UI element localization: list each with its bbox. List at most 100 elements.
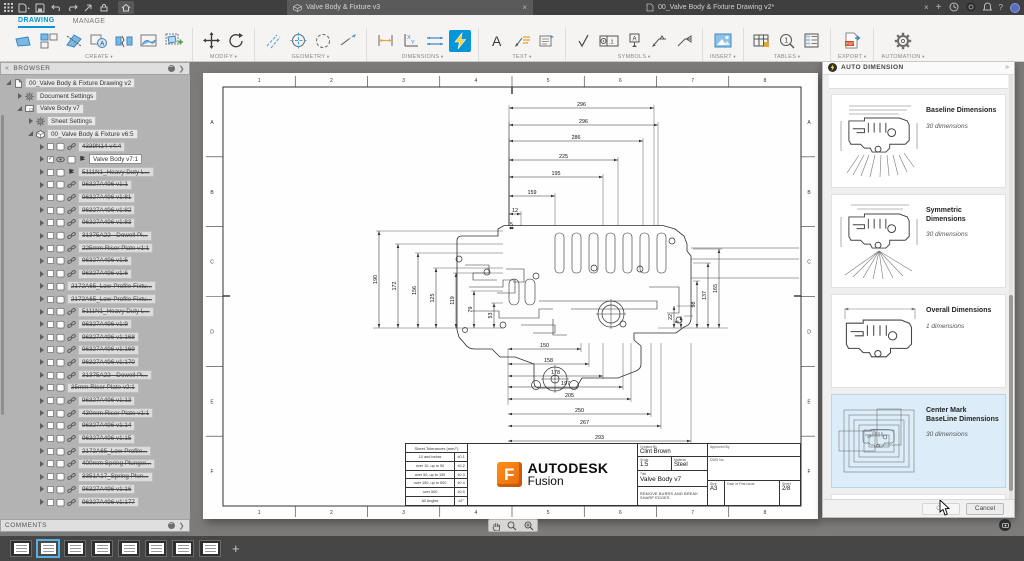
group-label[interactable]: SYMBOLS xyxy=(618,54,651,60)
notifications-bell-icon[interactable] xyxy=(983,2,992,14)
visibility-checkbox[interactable] xyxy=(47,194,54,201)
visibility-checkbox[interactable] xyxy=(47,169,54,176)
visibility-checkbox[interactable] xyxy=(47,346,54,353)
visibility-checkbox[interactable] xyxy=(47,473,54,480)
ordinate-dimension-icon[interactable]: XY xyxy=(399,30,421,52)
visibility-checkbox[interactable] xyxy=(47,232,54,239)
tab-drawing[interactable]: DRAWING xyxy=(18,17,55,28)
expand-arrow-icon[interactable] xyxy=(39,474,45,480)
break-view-icon[interactable] xyxy=(113,30,135,52)
expand-arrow-icon[interactable] xyxy=(39,499,45,505)
text-icon[interactable]: A xyxy=(486,30,508,52)
minimize-icon[interactable]: − xyxy=(168,65,175,72)
visibility-checkbox[interactable] xyxy=(47,207,54,214)
expand-arrow-icon[interactable] xyxy=(6,80,12,86)
sheet-thumbnail[interactable] xyxy=(145,540,167,557)
expand-arrow-icon[interactable] xyxy=(39,258,45,264)
tree-item[interactable]: 430mm Riser Plate v1:1 xyxy=(0,407,190,420)
expand-arrow-icon[interactable] xyxy=(39,271,45,277)
expand-arrow-icon[interactable] xyxy=(17,93,23,99)
group-label[interactable]: GEOMETRY xyxy=(292,54,330,60)
tree-item[interactable]: 96327A496 v1:5 xyxy=(0,255,190,268)
table-icon[interactable] xyxy=(751,30,773,52)
expand-arrow-icon[interactable] xyxy=(39,410,45,416)
centerline-icon[interactable] xyxy=(262,30,284,52)
tree-item[interactable]: Sheet Settings xyxy=(0,115,190,128)
tree-item[interactable]: 2172A65_Low-Profile Fixtu... xyxy=(0,293,190,306)
visibility-checkbox[interactable] xyxy=(47,435,54,442)
taper-symbol-icon[interactable] xyxy=(673,30,695,52)
cancel-button[interactable]: Cancel xyxy=(966,503,1004,515)
tree-item[interactable]: 96327A496 v1:177 xyxy=(0,496,190,509)
expand-arrow-icon[interactable] xyxy=(39,347,45,353)
add-sheet-button[interactable]: + xyxy=(232,541,240,556)
group-label[interactable]: EXPORT xyxy=(838,54,866,60)
expand-arrow-icon[interactable] xyxy=(39,309,45,315)
move-icon[interactable] xyxy=(200,30,222,52)
history-icon[interactable] xyxy=(949,2,959,14)
share-icon[interactable] xyxy=(80,1,96,14)
tree-item[interactable]: 00_Valve Body & Fixture v6:5 xyxy=(0,128,190,141)
eye-icon[interactable] xyxy=(56,155,65,164)
visibility-checkbox[interactable]: ✓ xyxy=(47,156,54,163)
close-icon[interactable]: × xyxy=(522,3,527,12)
collapse-left-icon[interactable]: « xyxy=(5,65,9,72)
balloon-icon[interactable]: 1 xyxy=(776,30,798,52)
visibility-checkbox[interactable] xyxy=(47,372,54,379)
extensions-icon[interactable] xyxy=(96,1,112,14)
edge-extension-icon[interactable] xyxy=(337,30,359,52)
sheet-thumbnail[interactable] xyxy=(37,540,59,557)
visibility-checkbox[interactable] xyxy=(47,460,54,467)
new-tab-icon[interactable]: + xyxy=(936,2,942,13)
group-label[interactable]: CREATE xyxy=(85,54,113,60)
export-pdf-icon[interactable]: PDF xyxy=(841,30,863,52)
dimension-card[interactable]: Center Mark Chain Dimensions 30 dimensio… xyxy=(831,494,1006,499)
expand-arrow-icon[interactable] xyxy=(39,359,45,365)
pan-icon[interactable] xyxy=(492,521,501,531)
expand-arrow-icon[interactable] xyxy=(39,486,45,492)
visibility-checkbox[interactable] xyxy=(47,308,54,315)
expand-arrow-icon[interactable] xyxy=(39,156,45,162)
visibility-checkbox[interactable] xyxy=(47,422,54,429)
expand-arrow-icon[interactable] xyxy=(39,461,45,467)
drawing-sheet[interactable]: 1122334455667788AABBCCDDEEFF xyxy=(203,73,818,519)
tree-item[interactable]: 96327A496 v1:16 xyxy=(0,483,190,496)
expand-arrow-icon[interactable] xyxy=(39,182,45,188)
tree-item[interactable]: 31375A22 - Dowell Pi... xyxy=(0,369,190,382)
capture-icon[interactable] xyxy=(999,519,1011,531)
scrollbar[interactable] xyxy=(1009,75,1013,499)
expand-arrow-icon[interactable] xyxy=(39,385,45,391)
save-icon[interactable] xyxy=(32,1,48,14)
zoom-icon[interactable] xyxy=(507,521,517,531)
expand-arrow-icon[interactable] xyxy=(39,245,45,251)
sheet-thumbnail[interactable] xyxy=(10,540,32,557)
zoom-window-icon[interactable] xyxy=(524,521,534,531)
expand-arrow-icon[interactable] xyxy=(39,372,45,378)
sheet-thumbnail[interactable] xyxy=(199,540,221,557)
tree-item[interactable]: 00_Valve Body & Fixture Drawing v2 xyxy=(0,77,190,90)
tree-item[interactable]: 225mm Riser Plate v1:1 xyxy=(0,242,190,255)
expand-arrow-icon[interactable] xyxy=(39,169,45,175)
expand-arrow-icon[interactable] xyxy=(39,144,45,150)
tree-item[interactable]: 96327A496 v1:168 xyxy=(0,331,190,344)
visibility-checkbox[interactable] xyxy=(47,296,54,303)
auto-dimension-button[interactable] xyxy=(449,30,471,52)
dimension-icon[interactable] xyxy=(374,30,396,52)
expand-arrow-icon[interactable] xyxy=(39,334,45,340)
tree-item[interactable]: Document Settings xyxy=(0,90,190,103)
tab-manage[interactable]: MANAGE xyxy=(73,18,106,27)
chevron-right-icon[interactable]: ❯ xyxy=(179,522,185,530)
auto-dimension-header[interactable]: AUTO DIMENSION » xyxy=(823,61,1014,75)
feature-control-frame-icon[interactable]: .1 xyxy=(598,30,620,52)
tree-item[interactable]: Valve Body v7 xyxy=(0,102,190,115)
expand-arrow-icon[interactable] xyxy=(39,423,45,429)
expand-arrow-icon[interactable] xyxy=(39,220,45,226)
ok-button[interactable]: OK xyxy=(922,503,960,515)
scrollbar[interactable] xyxy=(1,115,4,415)
frame-text-icon[interactable] xyxy=(536,30,558,52)
expand-arrow-icon[interactable] xyxy=(28,131,34,137)
visibility-checkbox[interactable] xyxy=(47,359,54,366)
redo-icon[interactable] xyxy=(64,1,80,14)
sheet-thumbnail[interactable] xyxy=(64,540,86,557)
center-mark-icon[interactable] xyxy=(287,30,309,52)
